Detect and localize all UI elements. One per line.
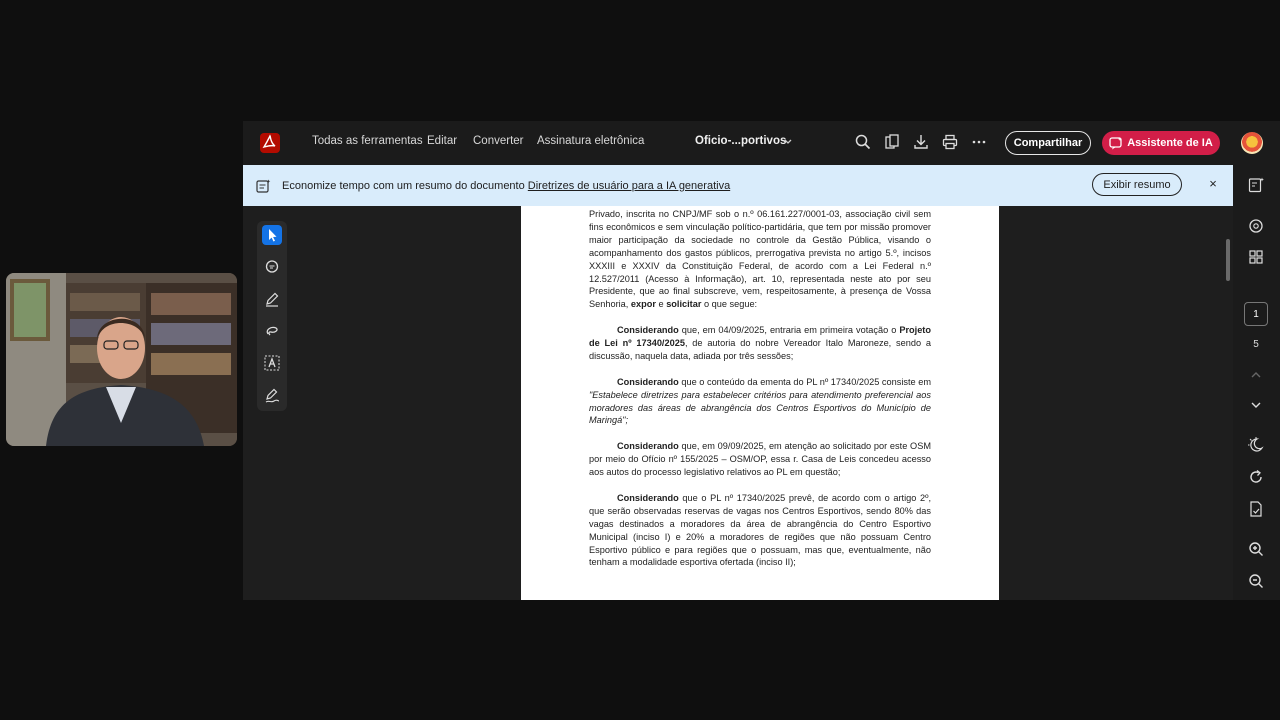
draw-icon[interactable] [262,289,282,309]
page-extract-icon[interactable] [1247,500,1265,518]
lasso-icon[interactable] [262,321,282,341]
select-icon[interactable] [262,225,282,245]
considerando-label: Considerando [617,376,679,387]
ai-assistant-label: Assistente de IA [1127,137,1213,149]
share-button-label: Compartilhar [1013,137,1083,149]
sign-icon[interactable] [262,385,282,405]
document-text: Privado, inscrita no CNPJ/MF sob o n.º 0… [589,208,931,569]
ai-assistant-icon [1109,137,1123,150]
print-icon[interactable] [941,133,959,151]
theme-icon[interactable] [1247,436,1265,454]
rotate-icon[interactable] [1247,468,1265,486]
intro-bold-expor: expor [630,299,656,310]
menu-e-signature[interactable]: Assinatura eletrônica [537,135,644,147]
considerando-label: Considerando [617,492,679,503]
comment-icon[interactable] [262,257,282,277]
total-pages: 5 [1253,339,1259,350]
paragraph-considerando-2: Considerando que o conteúdo da ementa do… [589,376,931,428]
paragraph-considerando-3: Considerando que, em 09/09/2025, em aten… [589,440,931,479]
banner-guidelines-link[interactable]: Diretrizes de usuário para a IA generati… [528,180,730,192]
ementa-quote: "Estabelece diretrizes para estabelecer … [589,389,931,426]
intro-bold-solicitar: solicitar [666,299,702,310]
considerando-label: Considerando [617,441,679,452]
text-recognition-icon[interactable] [262,353,282,373]
paragraph-considerando-1: Considerando que, em 04/09/2025, entrari… [589,324,931,363]
ai-summary-banner: Economize tempo com um resumo do documen… [243,165,1233,206]
more-icon[interactable] [970,133,988,151]
banner-text: Economize tempo com um resumo do documen… [282,180,730,192]
top-toolbar: Todas as ferramentas Editar Converter As… [243,121,1280,165]
paragraph-intro: Privado, inscrita no CNPJ/MF sob o n.º 0… [589,208,931,311]
menu-convert[interactable]: Converter [473,135,524,147]
share-button[interactable]: Compartilhar [1005,131,1091,155]
download-icon[interactable] [912,133,930,151]
search-icon[interactable] [854,133,872,151]
acrobat-window: Todas as ferramentas Editar Converter As… [243,121,1280,600]
menu-edit[interactable]: Editar [427,135,457,147]
menu-all-tools[interactable]: Todas as ferramentas [312,135,423,147]
webcam-video [6,273,237,446]
scroll-up-icon[interactable] [1247,366,1265,384]
intro-end: o que segue: [703,299,758,310]
right-rail: 1 5 [1233,165,1280,600]
p5-text: que o PL nº 17340/2025 prevê, de acordo … [589,492,931,568]
webcam-person-image [6,273,237,446]
zoom-in-icon[interactable] [1247,540,1265,558]
show-summary-label: Exibir resumo [1103,178,1171,191]
document-filename[interactable]: Oficio-...portivos [695,135,786,147]
ai-assistant-button[interactable]: Assistente de IA [1102,131,1220,155]
paragraph-considerando-4: Considerando que o PL nº 17340/2025 prev… [589,492,931,569]
comments-panel-icon[interactable] [1247,217,1265,235]
thumbnails-icon[interactable] [1247,248,1265,266]
pdf-page: Privado, inscrita no CNPJ/MF sob o n.º 0… [521,206,999,600]
intro-text: Privado, inscrita no CNPJ/MF sob o n.º 0… [589,209,931,310]
considerando-label: Considerando [617,325,679,336]
summary-icon [256,179,271,193]
intro-conj: e [658,299,664,310]
left-tools-panel [257,221,287,411]
avatar[interactable] [1241,132,1263,154]
p3-text: que o conteúdo da ementa do PL nº 17340/… [681,376,931,387]
acrobat-logo-icon[interactable] [260,133,280,153]
scrollbar[interactable] [1226,239,1230,281]
zoom-out-icon[interactable] [1247,572,1265,590]
edit-pdf-icon[interactable] [1247,176,1265,194]
organize-pages-icon[interactable] [883,133,901,151]
current-page-input[interactable]: 1 [1244,302,1268,326]
close-icon[interactable]: × [1207,177,1219,190]
show-summary-button[interactable]: Exibir resumo [1092,173,1182,196]
banner-message: Economize tempo com um resumo do documen… [282,180,525,192]
p2-text: que, em 04/09/2025, entraria em primeira… [681,325,897,336]
chevron-down-icon[interactable] [783,135,793,149]
scroll-down-icon[interactable] [1247,396,1265,414]
